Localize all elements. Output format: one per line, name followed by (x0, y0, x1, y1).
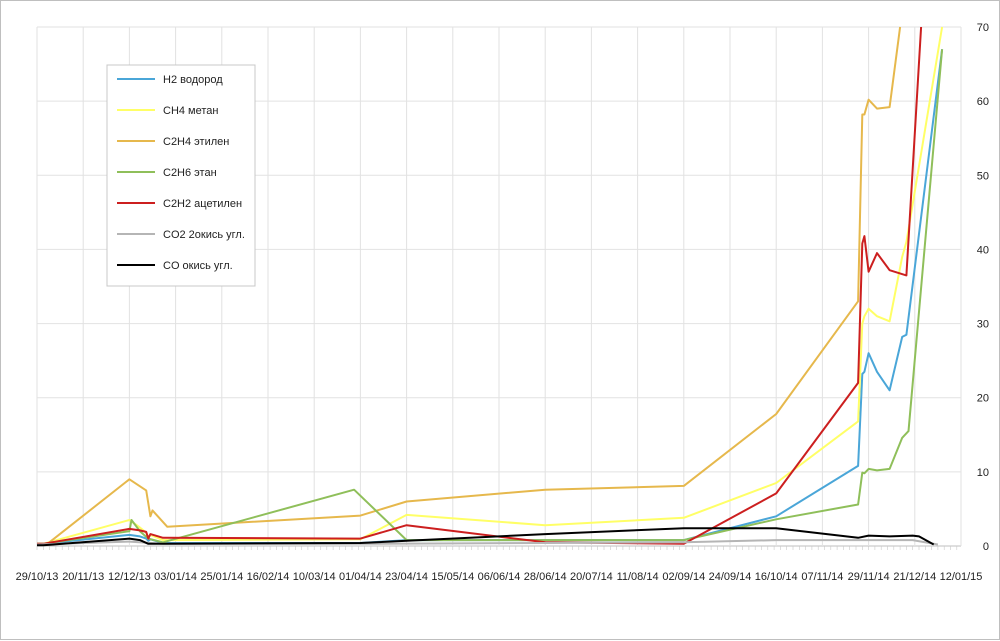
x-tick-label: 01/04/14 (339, 571, 382, 583)
x-tick-label: 12/12/13 (108, 571, 151, 583)
x-tick-label: 24/09/14 (709, 571, 752, 583)
x-tick-label: 29/10/13 (16, 571, 59, 583)
x-tick-label: 16/10/14 (755, 571, 798, 583)
y-tick-label: 10 (977, 467, 989, 479)
x-tick-label: 25/01/14 (200, 571, 243, 583)
legend-entry: C2H2 ацетилен (163, 198, 242, 210)
legend-entry: H2 водород (163, 74, 223, 86)
legend-entry: CH4 метан (163, 105, 218, 117)
x-tick-label: 21/12/14 (893, 571, 936, 583)
x-tick-label: 02/09/14 (662, 571, 705, 583)
legend-entry: C2H6 этан (163, 167, 217, 179)
x-tick-label: 15/05/14 (431, 571, 474, 583)
x-tick-label: 06/06/14 (478, 571, 521, 583)
x-tick-label: 29/11/14 (848, 571, 890, 583)
y-tick-label: 40 (977, 244, 989, 256)
x-tick-label: 28/06/14 (524, 571, 567, 583)
legend-entry: CO окись угл. (163, 260, 233, 272)
x-tick-label: 10/03/14 (293, 571, 336, 583)
x-tick-label: 11/08/14 (617, 571, 659, 583)
legend-entry: CO2 2окись угл. (163, 229, 245, 241)
x-tick-label: 20/07/14 (570, 571, 613, 583)
x-tick-label: 03/01/14 (154, 571, 197, 583)
x-tick-label: 12/01/15 (940, 571, 983, 583)
y-tick-label: 70 (977, 22, 989, 34)
chart-frame: 0 10 20 30 40 50 60 70 29/10/13 20/11/13 12/12/13 0… (0, 0, 1000, 640)
x-tick-label: 07/11/14 (801, 571, 843, 583)
y-tick-label: 30 (977, 319, 989, 331)
y-tick-label: 20 (977, 393, 989, 405)
y-tick-label: 0 (983, 541, 989, 553)
x-tick-label: 16/02/14 (247, 571, 290, 583)
x-tick-label: 20/11/13 (62, 571, 104, 583)
y-tick-label: 60 (977, 96, 989, 108)
line-chart: 01020304050607029/10/13 20/11/13 12/12/13 0… (16, 22, 989, 583)
x-tick-label: 23/04/14 (385, 571, 428, 583)
legend: H2 водород CH4 метан C2H4 этилен C2H6 этан C… (106, 64, 256, 287)
y-tick-label: 50 (977, 170, 989, 182)
legend-entry: C2H4 этилен (163, 136, 229, 148)
